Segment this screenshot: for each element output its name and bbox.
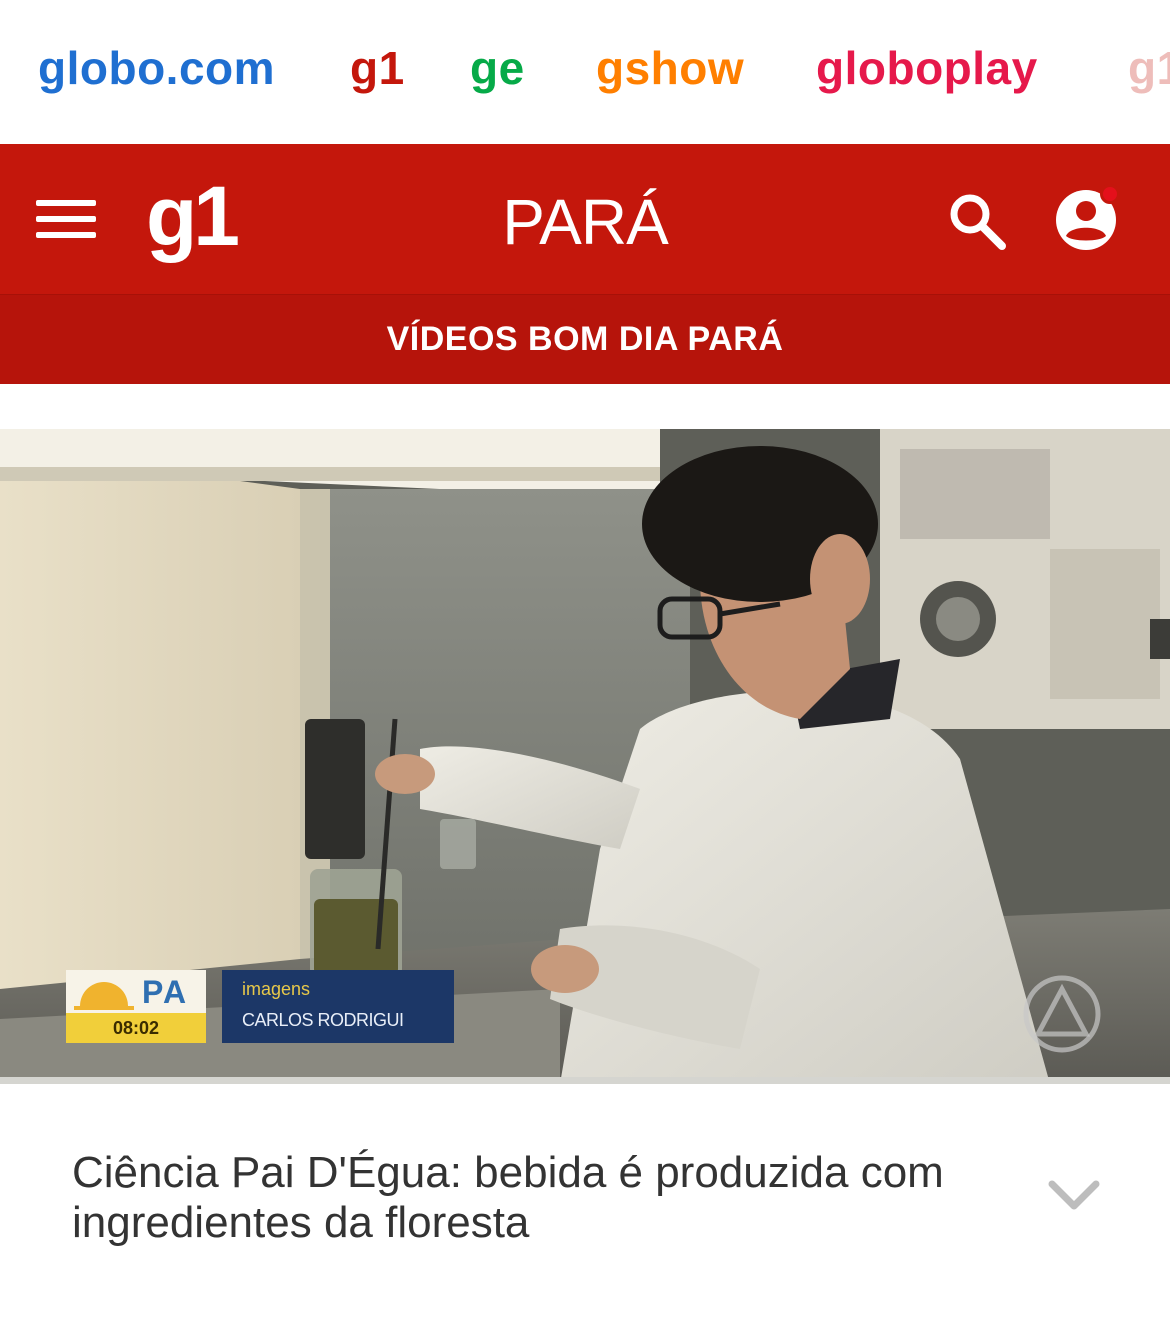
credit-name: CARLOS RODRIGUI <box>242 1010 404 1030</box>
broadcast-time: 08:02 <box>66 1013 206 1043</box>
section-label: VÍDEOS BOM DIA PARÁ <box>386 320 784 358</box>
site-header: g1 PARÁ <box>0 144 1170 294</box>
brand-link-globoplay[interactable]: globoplay <box>816 38 1038 98</box>
chevron-down-icon[interactable] <box>1046 1172 1102 1218</box>
video-title[interactable]: Ciência Pai D'Égua: bebida é produzida c… <box>72 1148 972 1248</box>
chevron-down-glyph <box>1048 1180 1100 1210</box>
globo-brand-bar: globo.com g1 ge gshow globoplay g1 <box>0 0 1170 144</box>
brand-link-globo[interactable]: globo.com <box>38 38 275 98</box>
credit-title: imagens <box>242 979 311 999</box>
search-icon[interactable] <box>946 190 1010 254</box>
notification-dot <box>1100 184 1120 204</box>
program-logo-text: PA <box>142 974 189 1010</box>
image-credit-box: imagens CARLOS RODRIGUI <box>222 970 454 1043</box>
search-icon-glyph <box>950 194 1006 250</box>
brand-link-ge[interactable]: ge <box>470 38 525 98</box>
program-logo-badge: PA <box>66 970 206 1013</box>
section-subheader[interactable]: VÍDEOS BOM DIA PARÁ <box>0 294 1170 384</box>
brand-link-g1-partial[interactable]: g1 <box>1128 38 1170 98</box>
brand-link-g1[interactable]: g1 <box>350 38 405 98</box>
brand-link-gshow[interactable]: gshow <box>596 38 744 98</box>
sun-icon <box>74 982 134 1010</box>
